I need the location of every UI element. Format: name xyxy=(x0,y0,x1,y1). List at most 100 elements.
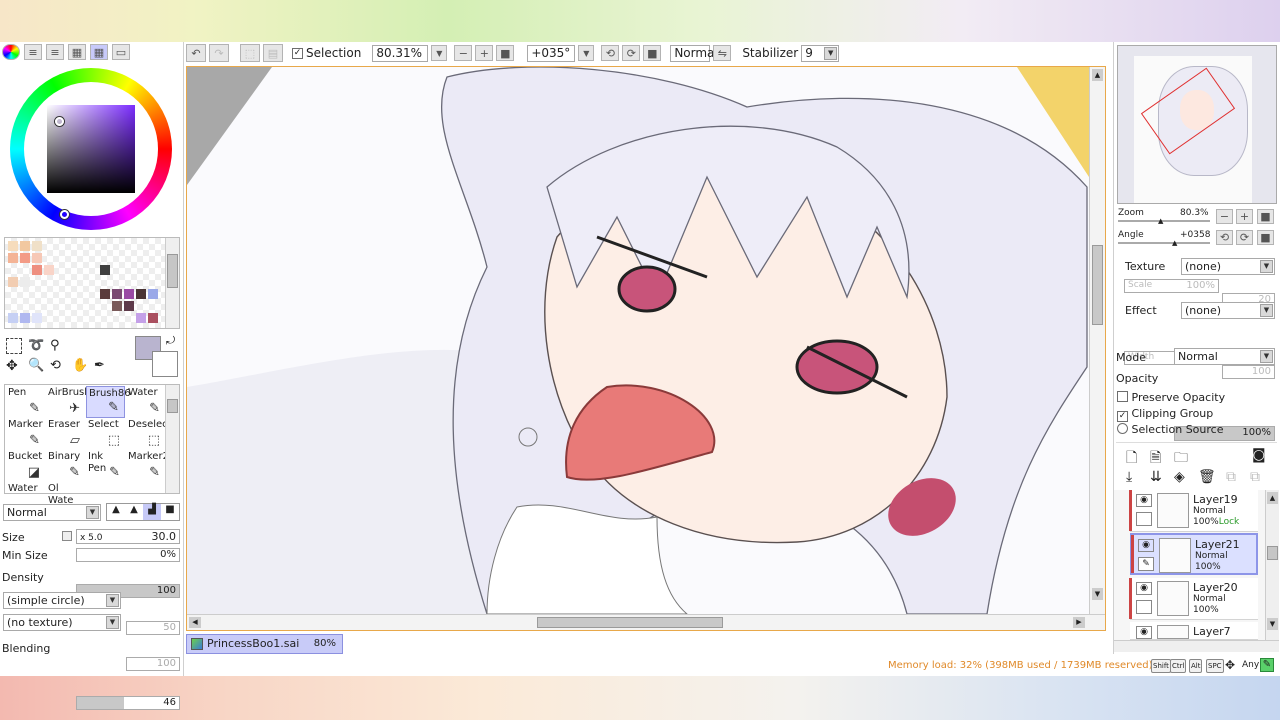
palette-swatch[interactable] xyxy=(148,289,158,299)
layer-mask-icon[interactable]: ◙ xyxy=(1252,447,1266,463)
shape-flat-icon[interactable]: ▲ xyxy=(107,504,125,520)
artwork-canvas[interactable] xyxy=(187,67,1089,614)
rotate-right-icon[interactable]: ⟳ xyxy=(622,45,641,61)
layer-edit-indicator[interactable] xyxy=(1136,512,1152,526)
layer-row[interactable]: ◉ Layer19 Normal 100%Lock xyxy=(1129,490,1258,532)
nav-zoom-in-icon[interactable]: + xyxy=(1236,209,1253,224)
stabilizer-select[interactable]: 9 ▼ xyxy=(801,44,840,62)
nav-rotate-reset-icon[interactable]: ■ xyxy=(1257,230,1274,245)
palette-swatch[interactable] xyxy=(148,313,158,323)
nav-angle-slider[interactable]: ▲ xyxy=(1118,239,1210,247)
zoom-out-icon[interactable]: − xyxy=(454,45,473,61)
hsv-slider-tab-icon[interactable]: ≡ xyxy=(46,44,64,60)
scroll-up-icon[interactable]: ▲ xyxy=(1092,69,1103,81)
color-wheel[interactable] xyxy=(10,68,172,230)
palette-swatch[interactable] xyxy=(8,277,18,287)
angle-dropdown-icon[interactable]: ▼ xyxy=(578,45,595,61)
scroll-down-icon[interactable]: ▼ xyxy=(1092,588,1103,600)
brush-shape-select[interactable]: (simple circle) ▼ xyxy=(3,592,121,609)
document-tab[interactable]: PrincessBoo1.sai 80% xyxy=(186,634,343,654)
blending-slider[interactable]: 46 xyxy=(76,696,180,710)
eyedropper-icon[interactable]: ✒ xyxy=(94,358,105,373)
layers-scroll-up-icon[interactable]: ▲ xyxy=(1267,492,1278,504)
layer-visibility-eye-icon[interactable]: ◉ xyxy=(1136,494,1152,507)
zoom-in-icon[interactable]: + xyxy=(475,45,494,61)
merge-down-icon[interactable]: ⇊ xyxy=(1150,469,1162,485)
palette-swatch[interactable] xyxy=(112,289,122,299)
layer-visibility-eye-icon[interactable]: ◉ xyxy=(1136,582,1152,595)
brush-shape-selector[interactable]: ▲ ▲ ▟ ■ xyxy=(106,503,180,521)
delete-layer-icon[interactable]: 🗑 xyxy=(1198,469,1216,485)
lasso-icon[interactable]: ➰ xyxy=(28,338,44,353)
zoom-dropdown-icon[interactable]: ▼ xyxy=(431,45,448,61)
swatches-tab-icon[interactable]: ▦ xyxy=(90,44,108,60)
hue-cursor[interactable] xyxy=(60,210,69,219)
palette-swatch[interactable] xyxy=(112,301,122,311)
tool-grid-scrollbar[interactable] xyxy=(165,385,179,493)
nav-rotate-left-icon[interactable]: ⟲ xyxy=(1216,230,1233,245)
rotate-icon[interactable]: ⟲ xyxy=(50,358,61,373)
rect-select-icon[interactable] xyxy=(6,338,22,354)
clipping-group-option[interactable]: ✓ Clipping Group xyxy=(1117,407,1213,422)
layer-texture-select[interactable]: (none) ▼ xyxy=(1181,258,1275,275)
preserve-opacity-checkbox[interactable] xyxy=(1117,391,1128,402)
rgb-slider-tab-icon[interactable]: ≡ xyxy=(24,44,42,60)
layer-row[interactable]: ◉ Layer7 xyxy=(1130,622,1258,640)
canvas-vertical-scrollbar[interactable]: ▲ ▼ xyxy=(1089,67,1105,616)
shape-hard-icon[interactable]: ■ xyxy=(161,504,179,520)
layer-list-h-scrollbar[interactable] xyxy=(1114,640,1279,652)
rotate-left-icon[interactable]: ⟲ xyxy=(601,45,620,61)
hand-icon[interactable]: ✋ xyxy=(72,358,88,373)
view-mode-select[interactable]: Normal xyxy=(670,44,718,62)
tool-pen[interactable]: Pen ✎ xyxy=(6,386,45,418)
color-mix-tab-icon[interactable]: ▦ xyxy=(68,44,86,60)
layer-visibility-eye-icon[interactable]: ◉ xyxy=(1138,539,1154,552)
brush-blend-mode-select[interactable]: Normal ▼ xyxy=(3,504,101,521)
palette-swatch[interactable] xyxy=(100,289,110,299)
tool-marker2[interactable]: Marker2 ✎ xyxy=(126,450,169,482)
tool-marker[interactable]: Marker ✎ xyxy=(6,418,45,450)
layer-edit-indicator[interactable]: ✎ xyxy=(1138,557,1154,571)
new-layer-icon[interactable]: 🗋 xyxy=(1126,447,1137,471)
texture-scale-field[interactable]: Scale 100% xyxy=(1124,279,1219,293)
layer-effect-select[interactable]: (none) ▼ xyxy=(1181,302,1275,319)
scratchpad-tab-icon[interactable]: ▭ xyxy=(112,44,130,60)
palette-swatch[interactable] xyxy=(124,289,134,299)
clipping-group-checkbox[interactable]: ✓ xyxy=(1117,411,1128,422)
apply-mask-icon[interactable]: ⧉ xyxy=(1226,469,1236,485)
nav-rotate-right-icon[interactable]: ⟳ xyxy=(1236,230,1253,245)
palette-swatch[interactable] xyxy=(100,265,110,275)
selection-visibility-checkbox[interactable]: ✓ xyxy=(292,47,303,59)
nav-zoom-reset-icon[interactable]: ■ xyxy=(1257,209,1274,224)
layers-scroll-thumb[interactable] xyxy=(1267,546,1278,560)
navigator-preview[interactable] xyxy=(1117,45,1277,204)
palette-swatch[interactable] xyxy=(136,289,146,299)
palette-swatch[interactable] xyxy=(8,313,18,323)
palette-swatch[interactable] xyxy=(124,301,134,311)
size-field[interactable]: x 5.0 30.0 xyxy=(76,529,180,544)
nav-zoom-out-icon[interactable]: − xyxy=(1216,209,1233,224)
flip-view-icon[interactable]: ⇋ xyxy=(713,45,732,61)
redo-icon[interactable]: ↷ xyxy=(209,44,229,62)
rotate-reset-icon[interactable]: ■ xyxy=(643,45,662,61)
layer-row[interactable]: ◉ Layer20 Normal 100% xyxy=(1129,578,1258,620)
layer-edit-indicator[interactable] xyxy=(1136,600,1152,614)
palette-swatch[interactable] xyxy=(136,313,146,323)
angle-select[interactable]: +035° xyxy=(527,44,576,62)
palette-swatch[interactable] xyxy=(32,253,42,263)
texture-strength-field[interactable]: 100 xyxy=(126,657,180,671)
zoom-icon[interactable]: 🔍 xyxy=(28,358,44,373)
min-size-slider[interactable]: 0% xyxy=(76,548,180,562)
tool-eraser[interactable]: Eraser ▱ xyxy=(46,418,85,450)
tool-airbrush[interactable]: AirBrush ✈ xyxy=(46,386,91,418)
shape-soft-icon[interactable]: ▲ xyxy=(125,504,143,520)
palette-swatch[interactable] xyxy=(8,253,18,263)
shape-strength-field[interactable]: 50 xyxy=(126,621,180,635)
palette-swatch[interactable] xyxy=(32,241,42,251)
palette-swatch[interactable] xyxy=(8,241,18,251)
palette-swatch[interactable] xyxy=(20,253,30,263)
magic-wand-icon[interactable]: ⚲ xyxy=(50,338,60,353)
color-swatch-palette[interactable] xyxy=(4,237,180,329)
selection-source-option[interactable]: Selection Source xyxy=(1117,423,1223,436)
palette-swatch[interactable] xyxy=(44,265,54,275)
